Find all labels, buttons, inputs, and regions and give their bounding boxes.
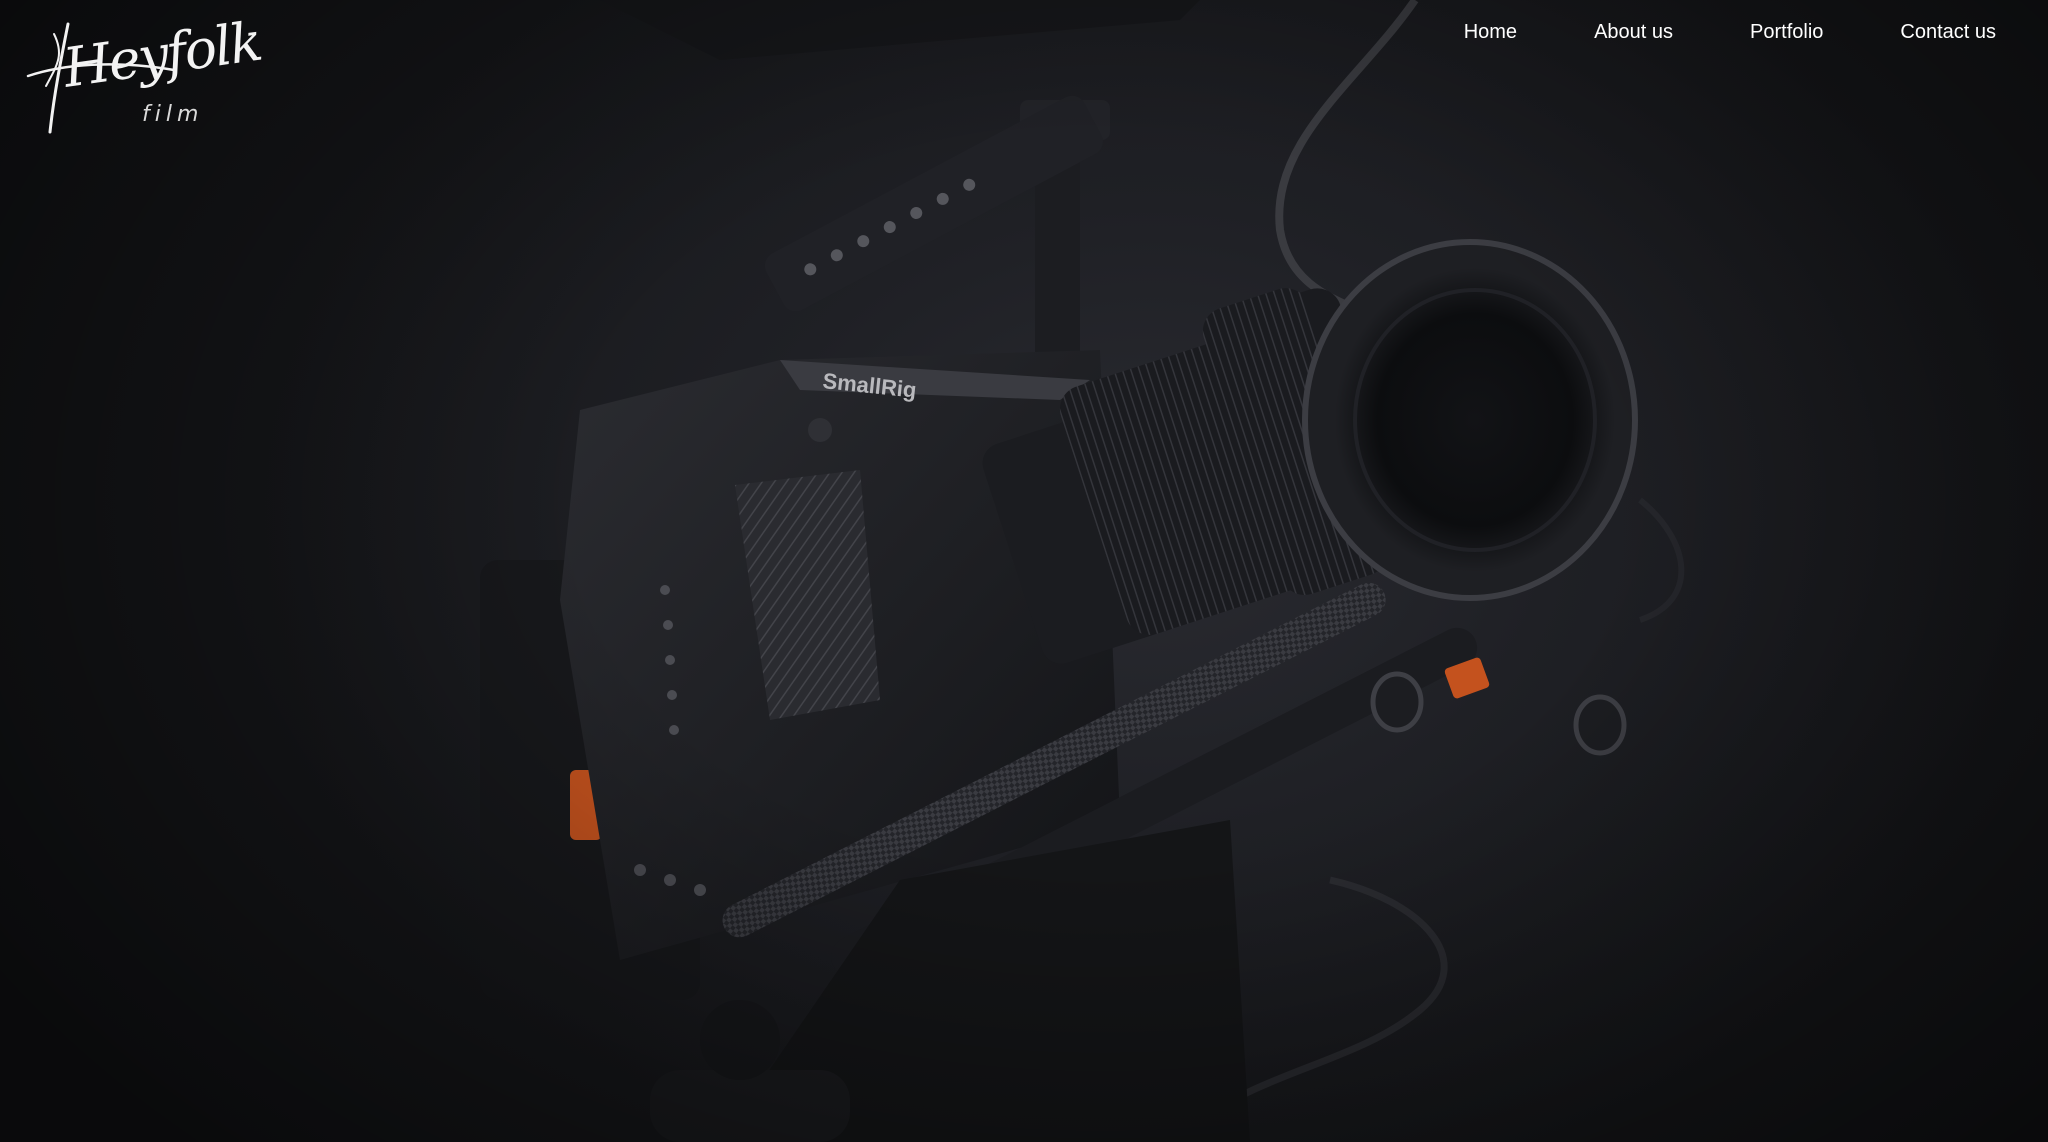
main-navigation: Home About us Portfolio Contact us (1464, 20, 1996, 44)
nav-link-portfolio[interactable]: Portfolio (1750, 20, 1823, 44)
hero-section: SmallRig Heyfolk film Home About us Port… (0, 0, 2048, 1142)
logo-subtitle: film (142, 102, 204, 127)
nav-link-about-us[interactable]: About us (1594, 20, 1673, 44)
hero-camera-photo: SmallRig (480, 0, 1685, 1142)
nav-link-contact-us[interactable]: Contact us (1900, 20, 1996, 44)
nav-link-home[interactable]: Home (1464, 20, 1517, 44)
brand-logo[interactable]: Heyfolk film (24, 10, 264, 144)
